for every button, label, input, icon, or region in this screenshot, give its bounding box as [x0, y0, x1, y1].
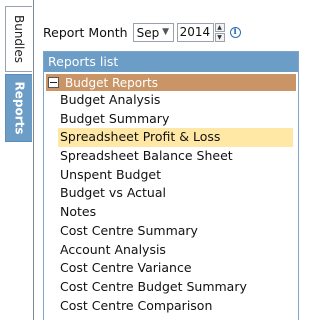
report-list: Budget Analysis Budget Summary Spreadshe…	[44, 91, 298, 315]
tab-reports[interactable]: Reports	[5, 74, 32, 142]
tab-bundles[interactable]: Bundles	[5, 6, 32, 72]
report-item[interactable]: Cost Centre Budget Summary	[44, 278, 298, 297]
report-month-row: Report Month Sep ▼ 2014 ▲ ▼ i	[43, 21, 241, 43]
report-month-label: Report Month	[43, 24, 128, 40]
month-select[interactable]: Sep ▼	[132, 22, 174, 42]
report-item[interactable]: Budget Summary	[44, 110, 298, 129]
info-icon[interactable]: i	[229, 26, 241, 38]
report-item[interactable]: Budget vs Actual	[44, 184, 298, 203]
year-spinner: ▲ ▼	[214, 22, 225, 42]
chevron-down-icon: ▼	[162, 26, 170, 37]
report-item[interactable]: Cost Centre Summary	[44, 222, 298, 241]
spin-down-button[interactable]: ▼	[214, 32, 225, 42]
group-header-budget-reports[interactable]: Budget Reports	[46, 74, 296, 91]
report-item-selected[interactable]: Spreadsheet Profit & Loss	[44, 128, 298, 148]
reports-list-panel: Reports list Budget Reports Budget Analy…	[43, 51, 299, 320]
tab-bundles-label: Bundles	[12, 14, 26, 64]
group-label: Budget Reports	[65, 75, 159, 90]
report-item[interactable]: Notes	[44, 203, 298, 222]
report-item[interactable]: Unspent Budget	[44, 166, 298, 185]
report-item[interactable]: Account Analysis	[44, 241, 298, 260]
month-select-value: Sep	[136, 25, 160, 40]
reports-list-header: Reports list	[44, 52, 298, 72]
reports-main-area: Report Month Sep ▼ 2014 ▲ ▼ i Reports li…	[33, 0, 300, 320]
report-item[interactable]: Spreadsheet Balance Sheet	[44, 147, 298, 166]
spin-up-button[interactable]: ▲	[214, 22, 225, 32]
tab-reports-label: Reports	[12, 81, 27, 135]
report-item[interactable]: Cost Centre Comparison	[44, 297, 298, 316]
side-tab-strip: Bundles Reports	[0, 0, 33, 320]
report-item[interactable]: Cost Centre Variance	[44, 259, 298, 278]
report-item[interactable]: Budget Analysis	[44, 91, 298, 110]
collapse-icon[interactable]	[48, 77, 59, 88]
year-input[interactable]: 2014	[176, 22, 214, 42]
